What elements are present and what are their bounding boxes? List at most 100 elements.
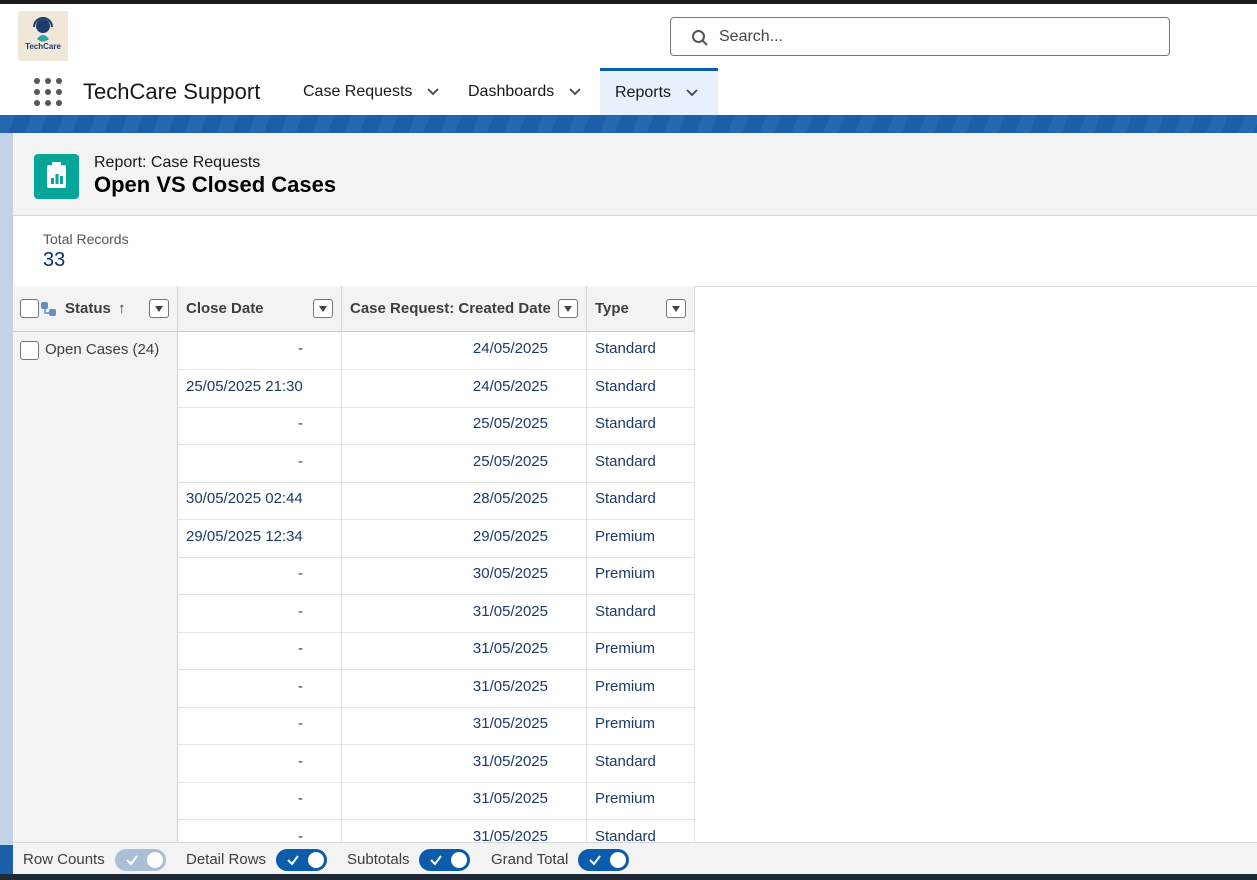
close-date-cell: 30/05/2025 02:44: [178, 482, 342, 519]
table-row: -31/05/2025 Premium: [178, 632, 695, 670]
column-label: Status: [65, 300, 111, 317]
column-header-type[interactable]: Type: [587, 286, 695, 332]
table-row: -25/05/2025 Standard: [178, 444, 695, 483]
row-counts-toggle[interactable]: [115, 849, 166, 871]
table-row: -25/05/2025 Standard: [178, 407, 695, 445]
table-row: -31/05/2025 Standard: [178, 744, 695, 783]
table-row: -31/05/2025 Premium: [178, 707, 695, 745]
column-label: Case Request: Created Date: [350, 300, 551, 317]
detail-rows-toggle[interactable]: [276, 849, 327, 871]
table-row: -31/05/2025 Premium: [178, 669, 695, 708]
report-icon: [34, 154, 79, 199]
close-date-cell: -: [178, 744, 342, 782]
type-cell: Premium: [587, 782, 695, 819]
search-input[interactable]: Search...: [670, 17, 1170, 56]
close-date-cell: -: [178, 669, 342, 707]
table-row: -24/05/2025 Standard: [178, 332, 695, 370]
group-label: Open Cases (24): [45, 341, 160, 358]
report-footer: Row Counts Detail Rows Subtotals Grand T…: [13, 842, 1257, 874]
grand-total-label: Grand Total: [491, 851, 569, 868]
report-table: Status ↑ Close Date Case Request: Create…: [13, 286, 695, 842]
group-column: Open Cases (24): [13, 332, 178, 842]
app-nav-bar: TechCare Support Case Requests Dashboard…: [0, 68, 1257, 115]
close-date-cell: -: [178, 819, 342, 842]
type-cell: Standard: [587, 594, 695, 632]
select-all-checkbox[interactable]: [20, 299, 39, 318]
report-title: Open VS Closed Cases: [94, 172, 337, 197]
total-records-value: 33: [43, 249, 66, 271]
type-cell: Standard: [587, 819, 695, 842]
app-launcher-icon[interactable]: [34, 78, 62, 106]
column-label: Type: [595, 300, 629, 317]
table-row: -30/05/2025 Premium: [178, 557, 695, 595]
close-date-cell: 29/05/2025 12:34: [178, 519, 342, 557]
detail-rows-label: Detail Rows: [186, 851, 267, 868]
column-menu-button[interactable]: [313, 299, 333, 318]
check-icon: [589, 855, 601, 866]
column-label: Close Date: [186, 300, 264, 317]
created-date-cell: 24/05/2025: [342, 369, 587, 407]
created-date-cell: 31/05/2025: [342, 632, 587, 669]
type-cell: Standard: [587, 744, 695, 782]
table-row: 25/05/2025 21:30 24/05/2025 Standard: [178, 369, 695, 408]
table-row: -31/05/2025 Standard: [178, 819, 695, 842]
grand-total-toggle[interactable]: [578, 849, 629, 871]
type-cell: Standard: [587, 407, 695, 444]
tab-reports[interactable]: Reports: [600, 68, 718, 115]
column-header-status[interactable]: Status ↑: [13, 286, 178, 332]
created-date-cell: 29/05/2025: [342, 519, 587, 557]
close-date-cell: -: [178, 632, 342, 669]
tab-case-requests[interactable]: Case Requests: [288, 68, 450, 115]
app-logo[interactable]: TechCare: [18, 11, 68, 61]
created-date-cell: 31/05/2025: [342, 819, 587, 842]
type-cell: Standard: [587, 332, 695, 369]
type-cell: Standard: [587, 369, 695, 407]
check-icon: [126, 855, 138, 866]
check-icon: [287, 855, 299, 866]
type-cell: Standard: [587, 444, 695, 482]
column-menu-button[interactable]: [666, 299, 686, 318]
close-date-cell: -: [178, 707, 342, 744]
subtotals-toggle[interactable]: [419, 849, 470, 871]
chevron-down-icon[interactable]: [568, 85, 582, 99]
close-date-cell: -: [178, 782, 342, 819]
logo-text: TechCare: [25, 42, 61, 51]
close-date-cell: 25/05/2025 21:30: [178, 369, 342, 407]
bottom-strip: [0, 874, 1257, 880]
type-cell: Premium: [587, 632, 695, 669]
close-date-cell: -: [178, 407, 342, 444]
tab-label: Case Requests: [303, 82, 413, 100]
table-row: -31/05/2025 Premium: [178, 782, 695, 820]
column-menu-button[interactable]: [149, 299, 169, 318]
tab-label: Dashboards: [468, 82, 555, 100]
created-date-cell: 25/05/2025: [342, 407, 587, 444]
sort-ascending-icon[interactable]: ↑: [118, 300, 126, 317]
table-row: -31/05/2025 Standard: [178, 594, 695, 633]
table-header: Status ↑ Close Date Case Request: Create…: [13, 286, 695, 332]
type-cell: Premium: [587, 669, 695, 707]
close-date-cell: -: [178, 594, 342, 632]
chevron-down-icon[interactable]: [426, 85, 440, 99]
created-date-cell: 24/05/2025: [342, 332, 587, 369]
column-header-created-date[interactable]: Case Request: Created Date: [342, 286, 587, 332]
column-header-close-date[interactable]: Close Date: [178, 286, 342, 332]
global-header: TechCare Search...: [0, 4, 1257, 68]
close-date-cell: -: [178, 332, 342, 369]
created-date-cell: 31/05/2025: [342, 707, 587, 744]
row-counts-label: Row Counts: [23, 851, 105, 868]
type-cell: Premium: [587, 519, 695, 557]
group-checkbox[interactable]: [20, 341, 39, 360]
app-name: TechCare Support: [83, 79, 261, 104]
tab-dashboards[interactable]: Dashboards: [453, 68, 600, 115]
report-header: Report: Case Requests Open VS Closed Cas…: [13, 133, 1257, 216]
left-decoration: [0, 133, 13, 845]
chevron-down-icon[interactable]: [685, 86, 699, 100]
column-menu-button[interactable]: [558, 299, 578, 318]
check-icon: [430, 855, 442, 866]
total-records-label: Total Records: [43, 231, 129, 247]
created-date-cell: 31/05/2025: [342, 669, 587, 707]
created-date-cell: 31/05/2025: [342, 744, 587, 782]
hierarchy-icon: [41, 302, 56, 316]
type-cell: Premium: [587, 707, 695, 744]
created-date-cell: 25/05/2025: [342, 444, 587, 482]
